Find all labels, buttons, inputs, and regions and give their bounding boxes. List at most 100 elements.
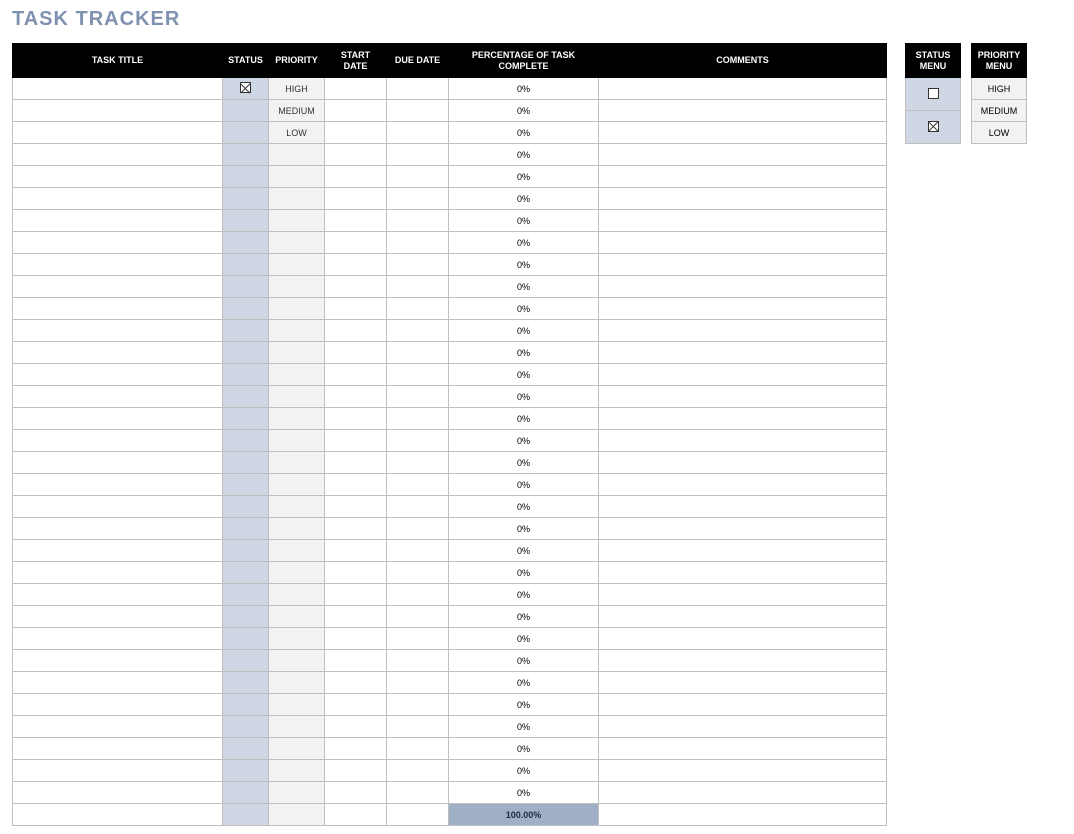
task-title-cell[interactable] (13, 342, 223, 364)
priority-cell[interactable] (269, 562, 325, 584)
start-date-cell[interactable] (325, 276, 387, 298)
status-menu-item[interactable] (906, 111, 961, 144)
due-date-cell[interactable] (387, 364, 449, 386)
status-cell[interactable] (223, 78, 269, 100)
due-date-cell[interactable] (387, 562, 449, 584)
task-title-cell[interactable] (13, 738, 223, 760)
start-date-cell[interactable] (325, 606, 387, 628)
due-date-cell[interactable] (387, 276, 449, 298)
task-title-cell[interactable] (13, 364, 223, 386)
pct-complete-cell[interactable]: 0% (449, 188, 599, 210)
comments-cell[interactable] (599, 650, 887, 672)
start-date-cell[interactable] (325, 254, 387, 276)
status-cell[interactable] (223, 584, 269, 606)
status-cell[interactable] (223, 760, 269, 782)
total-due-date[interactable] (387, 804, 449, 826)
due-date-cell[interactable] (387, 188, 449, 210)
comments-cell[interactable] (599, 232, 887, 254)
task-title-cell[interactable] (13, 166, 223, 188)
pct-complete-cell[interactable]: 0% (449, 496, 599, 518)
due-date-cell[interactable] (387, 650, 449, 672)
priority-cell[interactable] (269, 738, 325, 760)
pct-complete-cell[interactable]: 0% (449, 144, 599, 166)
comments-cell[interactable] (599, 188, 887, 210)
comments-cell[interactable] (599, 386, 887, 408)
priority-cell[interactable]: MEDIUM (269, 100, 325, 122)
priority-cell[interactable] (269, 320, 325, 342)
task-title-cell[interactable] (13, 452, 223, 474)
due-date-cell[interactable] (387, 760, 449, 782)
pct-complete-cell[interactable]: 0% (449, 738, 599, 760)
pct-complete-cell[interactable]: 0% (449, 716, 599, 738)
pct-complete-cell[interactable]: 0% (449, 232, 599, 254)
start-date-cell[interactable] (325, 738, 387, 760)
status-cell[interactable] (223, 518, 269, 540)
comments-cell[interactable] (599, 254, 887, 276)
task-title-cell[interactable] (13, 100, 223, 122)
pct-complete-cell[interactable]: 0% (449, 78, 599, 100)
start-date-cell[interactable] (325, 782, 387, 804)
status-cell[interactable] (223, 100, 269, 122)
start-date-cell[interactable] (325, 694, 387, 716)
start-date-cell[interactable] (325, 562, 387, 584)
status-cell[interactable] (223, 144, 269, 166)
comments-cell[interactable] (599, 782, 887, 804)
pct-complete-cell[interactable]: 0% (449, 298, 599, 320)
total-start-date[interactable] (325, 804, 387, 826)
pct-complete-cell[interactable]: 0% (449, 628, 599, 650)
due-date-cell[interactable] (387, 782, 449, 804)
task-title-cell[interactable] (13, 606, 223, 628)
pct-complete-cell[interactable]: 0% (449, 694, 599, 716)
priority-cell[interactable] (269, 782, 325, 804)
task-title-cell[interactable] (13, 716, 223, 738)
comments-cell[interactable] (599, 430, 887, 452)
start-date-cell[interactable] (325, 166, 387, 188)
task-title-cell[interactable] (13, 276, 223, 298)
due-date-cell[interactable] (387, 254, 449, 276)
comments-cell[interactable] (599, 166, 887, 188)
status-cell[interactable] (223, 562, 269, 584)
status-cell[interactable] (223, 386, 269, 408)
start-date-cell[interactable] (325, 408, 387, 430)
due-date-cell[interactable] (387, 452, 449, 474)
pct-complete-cell[interactable]: 0% (449, 254, 599, 276)
comments-cell[interactable] (599, 760, 887, 782)
comments-cell[interactable] (599, 562, 887, 584)
task-title-cell[interactable] (13, 430, 223, 452)
start-date-cell[interactable] (325, 540, 387, 562)
task-title-cell[interactable] (13, 188, 223, 210)
task-title-cell[interactable] (13, 78, 223, 100)
start-date-cell[interactable] (325, 320, 387, 342)
start-date-cell[interactable] (325, 496, 387, 518)
pct-complete-cell[interactable]: 0% (449, 210, 599, 232)
due-date-cell[interactable] (387, 78, 449, 100)
comments-cell[interactable] (599, 738, 887, 760)
status-cell[interactable] (223, 628, 269, 650)
pct-complete-cell[interactable]: 0% (449, 452, 599, 474)
pct-complete-cell[interactable]: 0% (449, 122, 599, 144)
task-title-cell[interactable] (13, 408, 223, 430)
priority-cell[interactable] (269, 408, 325, 430)
due-date-cell[interactable] (387, 628, 449, 650)
task-title-cell[interactable] (13, 782, 223, 804)
comments-cell[interactable] (599, 518, 887, 540)
pct-complete-cell[interactable]: 0% (449, 760, 599, 782)
priority-cell[interactable] (269, 430, 325, 452)
due-date-cell[interactable] (387, 144, 449, 166)
start-date-cell[interactable] (325, 474, 387, 496)
priority-cell[interactable] (269, 716, 325, 738)
status-cell[interactable] (223, 298, 269, 320)
priority-cell[interactable] (269, 298, 325, 320)
priority-menu-item[interactable]: LOW (972, 122, 1027, 144)
due-date-cell[interactable] (387, 496, 449, 518)
start-date-cell[interactable] (325, 628, 387, 650)
comments-cell[interactable] (599, 672, 887, 694)
status-cell[interactable] (223, 320, 269, 342)
task-title-cell[interactable] (13, 540, 223, 562)
task-title-cell[interactable] (13, 386, 223, 408)
start-date-cell[interactable] (325, 760, 387, 782)
status-cell[interactable] (223, 408, 269, 430)
task-title-cell[interactable] (13, 210, 223, 232)
pct-complete-cell[interactable]: 0% (449, 166, 599, 188)
comments-cell[interactable] (599, 144, 887, 166)
